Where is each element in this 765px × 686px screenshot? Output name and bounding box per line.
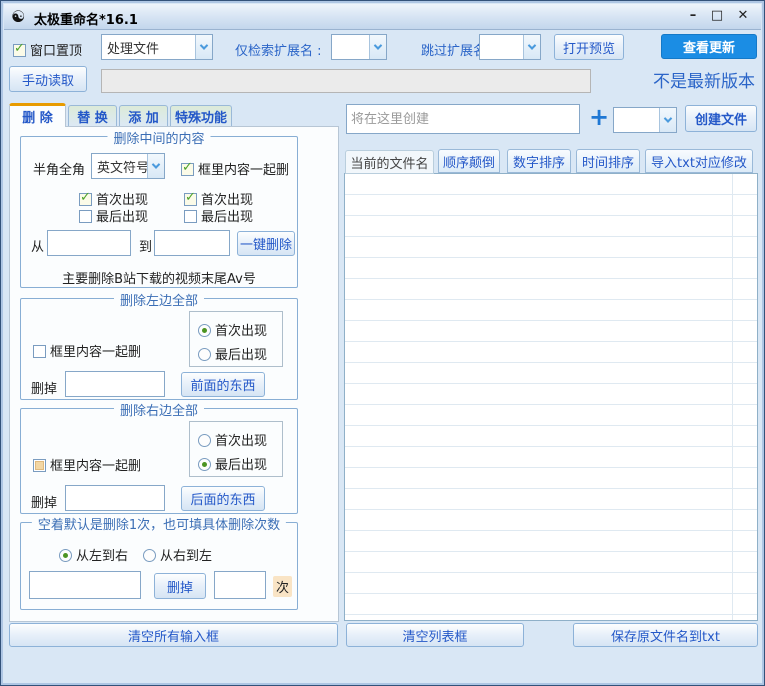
check-update-button[interactable]: 查看更新 <box>661 34 757 59</box>
last-occurrence-checkbox-1[interactable]: 最后出现 <box>79 206 148 225</box>
first-occurrence-radio[interactable]: 首次出现 <box>198 320 267 339</box>
open-preview-button[interactable]: 打开预览 <box>554 34 624 60</box>
group-delete-middle: 删除中间的内容 半角全角 英文符号 ✓框里内容一起删 ✓首次出现 最后出现 ✓首… <box>20 136 298 288</box>
tab-replace[interactable]: 替 换 <box>68 105 117 127</box>
symbol-select[interactable]: 英文符号 <box>91 153 165 179</box>
file-list[interactable] <box>344 173 758 621</box>
box-delete-checkbox-right[interactable]: 框里内容一起删 <box>33 455 141 474</box>
occurrence-radio-group: 首次出现 最后出现 <box>189 311 283 367</box>
group-title: 删除右边全部 <box>114 400 204 419</box>
delete-label: 删掉 <box>31 378 57 397</box>
topmost-checkbox[interactable]: ✓ 窗口置顶 <box>13 40 82 59</box>
checkbox-icon: ✓ <box>181 163 194 176</box>
box-delete-checkbox-left[interactable]: 框里内容一起删 <box>33 341 141 360</box>
delete-label: 删掉 <box>31 492 57 511</box>
list-column-divider <box>732 174 733 620</box>
delete-back-button[interactable]: 后面的东西 <box>181 486 265 511</box>
mode-select[interactable]: 处理文件 <box>101 34 213 60</box>
last-occurrence-radio[interactable]: 最后出现 <box>198 454 267 473</box>
tab-special[interactable]: 特殊功能 <box>170 105 232 127</box>
save-names-button[interactable]: 保存原文件名到txt <box>573 623 758 647</box>
chevron-down-icon <box>195 35 212 59</box>
delete-front-button[interactable]: 前面的东西 <box>181 372 265 397</box>
delete-left-input[interactable] <box>65 371 165 397</box>
skip-ext-select[interactable] <box>479 34 541 60</box>
group-hint: 主要删除B站下载的视频末尾Av号 <box>21 268 297 287</box>
chevron-down-icon <box>523 35 540 59</box>
chevron-down-icon <box>147 154 164 178</box>
clear-list-button[interactable]: 清空列表框 <box>346 623 524 647</box>
left-to-right-radio[interactable]: 从左到右 <box>59 545 128 564</box>
first-occurrence-radio[interactable]: 首次出现 <box>198 430 267 449</box>
times-count-input[interactable] <box>214 571 266 599</box>
tab-current-filenames[interactable]: 当前的文件名 <box>345 150 434 174</box>
delete-right-input[interactable] <box>65 485 165 511</box>
group-delete-times: 空着默认是删除1次，也可填具体删除次数 从左到右 从右到左 删掉 次 <box>20 522 298 610</box>
radio-icon <box>198 348 211 361</box>
tab-import-txt[interactable]: 导入txt对应修改 <box>645 149 753 173</box>
path-input[interactable] <box>101 69 591 93</box>
occurrence-radio-group: 首次出现 最后出现 <box>189 421 283 477</box>
group-title: 删除中间的内容 <box>107 128 210 147</box>
to-label: 到 <box>139 236 152 255</box>
checkbox-icon <box>33 459 46 472</box>
minimize-button[interactable]: – <box>683 7 703 25</box>
create-name-input[interactable] <box>346 104 580 134</box>
tab-reverse-order[interactable]: 顺序颠倒 <box>438 149 500 173</box>
maximize-button[interactable]: □ <box>707 7 727 25</box>
group-delete-right: 删除右边全部 框里内容一起删 首次出现 最后出现 删掉 后面的东西 <box>20 408 298 514</box>
yin-yang-icon: ☯ <box>11 7 25 27</box>
delete-times-button[interactable]: 删掉 <box>154 573 206 599</box>
box-delete-checkbox[interactable]: ✓框里内容一起删 <box>181 159 289 178</box>
checkbox-icon <box>33 345 46 358</box>
tab-delete[interactable]: 删 除 <box>9 103 66 127</box>
group-title: 删除左边全部 <box>114 290 204 309</box>
checkbox-icon <box>79 210 92 223</box>
plus-icon: + <box>589 103 609 131</box>
manual-read-button[interactable]: 手动读取 <box>9 66 87 92</box>
from-input[interactable] <box>47 230 131 256</box>
tab-add[interactable]: 添 加 <box>119 105 168 127</box>
radio-icon <box>198 458 211 471</box>
clear-inputs-button[interactable]: 清空所有输入框 <box>9 623 338 647</box>
times-label: 次 <box>273 576 292 597</box>
checkbox-icon: ✓ <box>79 193 92 206</box>
tab-numeric-sort[interactable]: 数字排序 <box>507 149 571 173</box>
chevron-down-icon <box>659 108 676 132</box>
checkbox-icon: ✓ <box>13 44 26 57</box>
create-file-button[interactable]: 创建文件 <box>685 105 757 132</box>
delete-text-input[interactable] <box>29 571 141 599</box>
last-occurrence-checkbox-2[interactable]: 最后出现 <box>184 206 253 225</box>
radio-icon <box>143 549 156 562</box>
topmost-label: 窗口置顶 <box>30 44 82 59</box>
create-ext-select[interactable] <box>613 107 677 133</box>
to-input[interactable] <box>154 230 230 256</box>
delete-tab-panel: 删除中间的内容 半角全角 英文符号 ✓框里内容一起删 ✓首次出现 最后出现 ✓首… <box>9 126 339 622</box>
tab-time-sort[interactable]: 时间排序 <box>576 149 640 173</box>
chevron-down-icon <box>369 35 386 59</box>
group-title: 空着默认是删除1次，也可填具体删除次数 <box>32 514 286 533</box>
last-occurrence-radio[interactable]: 最后出现 <box>198 344 267 363</box>
radio-icon <box>198 434 211 447</box>
close-button[interactable]: ✕ <box>733 7 753 25</box>
checkbox-icon: ✓ <box>184 193 197 206</box>
window-title: 太极重命名*16.1 <box>34 9 138 28</box>
version-status: 不是最新版本 <box>653 67 755 92</box>
radio-icon <box>198 324 211 337</box>
title-bar[interactable]: ☯ 太极重命名*16.1 – □ ✕ <box>4 4 761 30</box>
one-key-delete-button[interactable]: 一键删除 <box>237 231 295 256</box>
half-full-label: 半角全角 <box>33 159 85 178</box>
radio-icon <box>59 549 72 562</box>
app-window: ☯ 太极重命名*16.1 – □ ✕ ✓窗口置顶 处理文件 仅检索扩展名 : 跳… <box>0 0 765 686</box>
checkbox-icon <box>184 210 197 223</box>
group-delete-left: 删除左边全部 框里内容一起删 首次出现 最后出现 删掉 前面的东西 <box>20 298 298 400</box>
only-ext-select[interactable] <box>331 34 387 60</box>
from-label: 从 <box>31 236 44 255</box>
right-to-left-radio[interactable]: 从右到左 <box>143 545 212 564</box>
only-ext-label: 仅检索扩展名 : <box>235 40 322 59</box>
